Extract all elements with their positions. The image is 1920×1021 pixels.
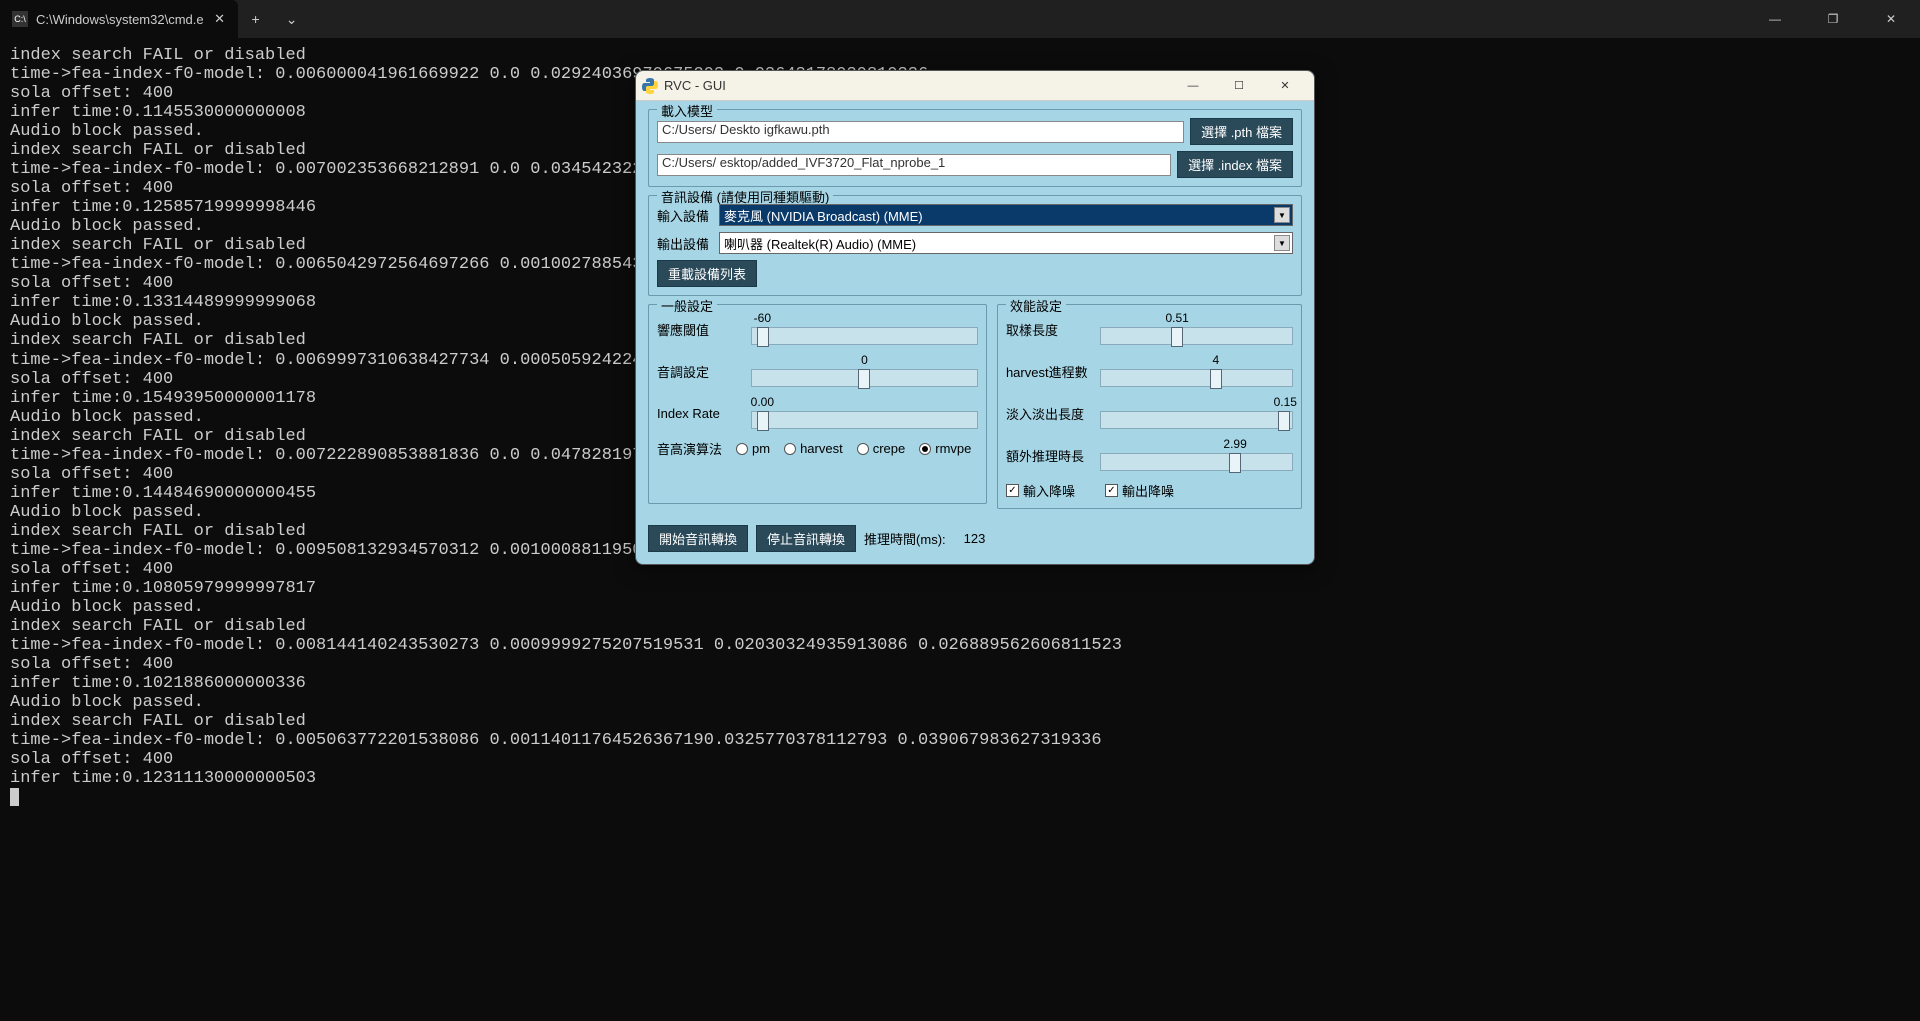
- fade-length-slider[interactable]: 0.15: [1100, 397, 1293, 429]
- rvc-close-button[interactable]: ✕: [1262, 72, 1308, 100]
- performance-settings-title: 效能設定: [1006, 296, 1066, 315]
- rvc-minimize-button[interactable]: —: [1170, 72, 1216, 100]
- rvc-window-title: RVC - GUI: [664, 78, 1170, 93]
- algo-radio-harvest[interactable]: harvest: [784, 441, 843, 456]
- input-device-select[interactable]: 麥克風 (NVIDIA Broadcast) (MME) ▼: [719, 204, 1293, 226]
- rvc-gui-window: RVC - GUI — ☐ ✕ 載入模型 C:/Users/ Deskto ig…: [635, 70, 1315, 565]
- close-button[interactable]: ✕: [1862, 0, 1920, 38]
- new-tab-button[interactable]: +: [238, 0, 274, 38]
- threshold-value: -60: [754, 311, 771, 325]
- choose-index-button[interactable]: 選擇 .index 檔案: [1177, 151, 1293, 178]
- algo-radio-crepe[interactable]: crepe: [857, 441, 906, 456]
- sample-length-value: 0.51: [1165, 311, 1188, 325]
- harvest-threads-value: 4: [1212, 353, 1219, 367]
- output-device-select[interactable]: 喇叭器 (Realtek(R) Audio) (MME) ▼: [719, 232, 1293, 254]
- load-model-group: 載入模型 C:/Users/ Deskto igfkawu.pth 選擇 .pt…: [648, 109, 1302, 187]
- stop-convert-button[interactable]: 停止音訊轉換: [756, 525, 856, 552]
- performance-settings-group: 效能設定 取樣長度 0.51 harvest進程數 4: [997, 304, 1302, 509]
- fade-length-label: 淡入淡出長度: [1006, 404, 1094, 423]
- input-device-label: 輸入設備: [657, 206, 713, 225]
- chevron-down-icon: ▼: [1274, 235, 1290, 251]
- reload-devices-button[interactable]: 重載設備列表: [657, 260, 757, 287]
- pitch-algo-row: 音高演算法 pm harvest crepe rmvpe: [657, 439, 978, 458]
- threshold-label: 響應閾值: [657, 320, 745, 339]
- output-device-value: 喇叭器 (Realtek(R) Audio) (MME): [724, 234, 916, 253]
- rvc-maximize-button[interactable]: ☐: [1216, 72, 1262, 100]
- start-convert-button[interactable]: 開始音訊轉換: [648, 525, 748, 552]
- load-model-title: 載入模型: [657, 101, 717, 120]
- infer-time-value: 123: [964, 531, 986, 546]
- extra-infer-value: 2.99: [1223, 437, 1246, 451]
- sample-length-label: 取樣長度: [1006, 320, 1094, 339]
- output-device-label: 輸出設備: [657, 234, 713, 253]
- tab-dropdown-icon[interactable]: ⌄: [274, 0, 310, 38]
- index-rate-value: 0.00: [751, 395, 774, 409]
- audio-device-group: 音訊設備 (請使用同種類驅動) 輸入設備 麥克風 (NVIDIA Broadca…: [648, 195, 1302, 296]
- algo-radio-pm[interactable]: pm: [736, 441, 770, 456]
- pitch-value: 0: [861, 353, 868, 367]
- terminal-tab[interactable]: C:\ C:\Windows\system32\cmd.e ✕: [0, 0, 238, 38]
- pitch-label: 音調設定: [657, 362, 745, 381]
- input-denoise-check[interactable]: ✓輸入降噪: [1006, 481, 1075, 500]
- minimize-button[interactable]: —: [1746, 0, 1804, 38]
- choose-pth-button[interactable]: 選擇 .pth 檔案: [1190, 118, 1293, 145]
- threshold-slider[interactable]: -60: [751, 313, 978, 345]
- extra-infer-label: 額外推理時長: [1006, 446, 1094, 465]
- cmd-icon: C:\: [12, 11, 28, 27]
- python-icon: [642, 78, 658, 94]
- algo-radio-rmvpe[interactable]: rmvpe: [919, 441, 971, 456]
- extra-infer-slider[interactable]: 2.99: [1100, 439, 1293, 471]
- pitch-algo-label: 音高演算法: [657, 439, 722, 458]
- index-rate-slider[interactable]: 0.00: [751, 397, 978, 429]
- harvest-threads-slider[interactable]: 4: [1100, 355, 1293, 387]
- general-settings-title: 一般設定: [657, 296, 717, 315]
- rvc-titlebar: RVC - GUI — ☐ ✕: [636, 71, 1314, 101]
- chevron-down-icon: ▼: [1274, 207, 1290, 223]
- fade-length-value: 0.15: [1274, 395, 1297, 409]
- window-controls: — ❐ ✕: [1746, 0, 1920, 38]
- index-rate-label: Index Rate: [657, 406, 745, 421]
- pth-path-input[interactable]: C:/Users/ Deskto igfkawu.pth: [657, 121, 1184, 143]
- input-device-value: 麥克風 (NVIDIA Broadcast) (MME): [724, 206, 923, 225]
- pitch-slider[interactable]: 0: [751, 355, 978, 387]
- harvest-threads-label: harvest進程數: [1006, 362, 1094, 381]
- sample-length-slider[interactable]: 0.51: [1100, 313, 1293, 345]
- index-path-input[interactable]: C:/Users/ esktop/added_IVF3720_Flat_npro…: [657, 154, 1171, 176]
- infer-time-label: 推理時間(ms):: [864, 529, 946, 548]
- maximize-button[interactable]: ❐: [1804, 0, 1862, 38]
- titlebar: C:\ C:\Windows\system32\cmd.e ✕ + ⌄ — ❐ …: [0, 0, 1920, 38]
- tab-title: C:\Windows\system32\cmd.e: [36, 12, 204, 27]
- tab-close-icon[interactable]: ✕: [212, 11, 228, 27]
- output-denoise-check[interactable]: ✓輸出降噪: [1105, 481, 1174, 500]
- general-settings-group: 一般設定 響應閾值 -60 音調設定 0: [648, 304, 987, 504]
